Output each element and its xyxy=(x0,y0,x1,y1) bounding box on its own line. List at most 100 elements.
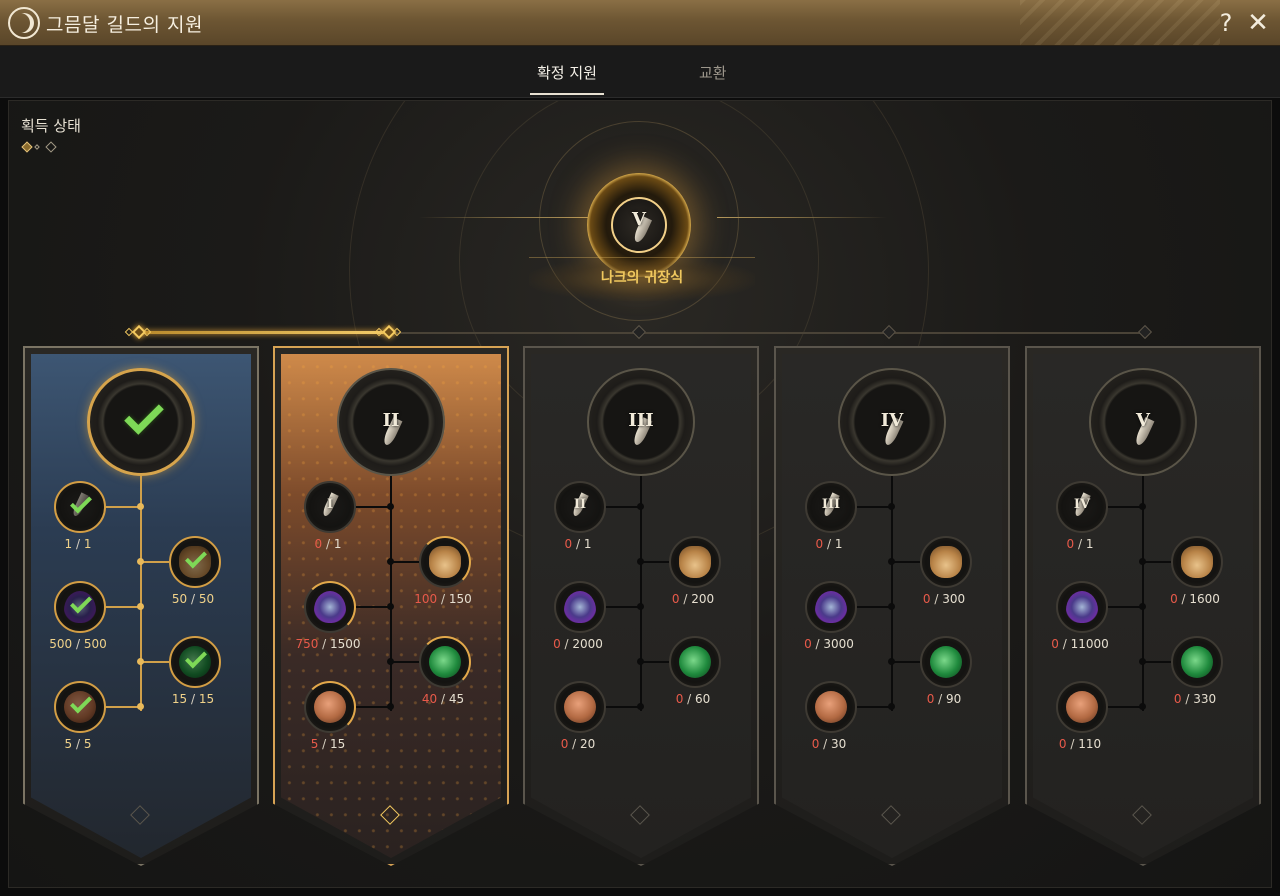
requirement-count: 100 / 150 xyxy=(398,592,488,606)
close-icon[interactable]: ✕ xyxy=(1244,8,1272,38)
count-separator: / xyxy=(934,692,947,706)
requirement-slot-jar[interactable] xyxy=(169,536,221,588)
help-icon[interactable]: ? xyxy=(1212,8,1240,38)
count-need: 15 xyxy=(198,692,215,706)
acquisition-status-indicator xyxy=(21,141,83,153)
requirement-slot-crystal[interactable] xyxy=(304,581,356,633)
requirement-junction xyxy=(387,703,394,710)
moon-emblem-icon xyxy=(8,7,40,39)
requirement-branch xyxy=(104,606,140,608)
requirement-junction xyxy=(387,603,394,610)
count-need: 50 xyxy=(198,592,215,606)
stage-reward-slot[interactable]: IV xyxy=(838,368,946,476)
requirement-slot-fang[interactable]: III xyxy=(805,481,857,533)
count-separator: / xyxy=(1066,737,1079,751)
count-have: 0 xyxy=(1170,592,1178,606)
requirement-branch xyxy=(855,606,891,608)
tab-exchange[interactable]: 교환 xyxy=(699,62,727,83)
requirement-slot-jar[interactable] xyxy=(669,536,721,588)
stage-card-4[interactable]: IV III 0 / 10 / 300 0 / 3000 0 / 90 0 / 30 xyxy=(774,346,1010,866)
count-have: 15 xyxy=(171,692,188,706)
requirement-count: 0 / 1 xyxy=(784,537,874,551)
count-need: 1500 xyxy=(330,637,361,651)
count-separator: / xyxy=(437,692,449,706)
requirement-slot-jar[interactable] xyxy=(920,536,972,588)
fang-icon: II xyxy=(564,491,596,523)
requirement-slot-jar[interactable] xyxy=(1171,536,1223,588)
requirement-slot-coin[interactable] xyxy=(304,681,356,733)
requirement-count: 5 / 5 xyxy=(33,737,123,751)
jar-icon xyxy=(679,546,711,578)
tab-guaranteed-support[interactable]: 확정 지원 xyxy=(537,62,597,83)
count-need: 1600 xyxy=(1189,592,1220,606)
requirement-slot-herb[interactable] xyxy=(419,636,471,688)
requirement-count: 0 / 1 xyxy=(283,537,373,551)
requirement-junction xyxy=(637,503,644,510)
progress-ring xyxy=(304,581,356,633)
requirement-slot-crystal[interactable] xyxy=(554,581,606,633)
count-need: 2000 xyxy=(572,637,603,651)
count-need: 60 xyxy=(695,692,711,706)
requirement-slot-fang[interactable]: IV xyxy=(1056,481,1108,533)
progress-node-5 xyxy=(1137,324,1153,340)
requirement-branch xyxy=(141,561,169,563)
count-separator: / xyxy=(1177,592,1190,606)
count-need: 1 xyxy=(333,537,342,551)
stage-reward-slot[interactable]: V xyxy=(1089,368,1197,476)
count-need: 1 xyxy=(834,537,843,551)
requirement-slot-coin[interactable] xyxy=(805,681,857,733)
requirement-slot-coin[interactable] xyxy=(54,681,106,733)
count-need: 90 xyxy=(946,692,962,706)
requirement-slot-fang[interactable]: II xyxy=(554,481,606,533)
stage-card-1[interactable]: 1 / 1 50 / 50 500 / 500 15 / 15 5 / 5 xyxy=(23,346,259,866)
requirement-slot-herb[interactable] xyxy=(920,636,972,688)
requirement-slot-herb[interactable] xyxy=(1171,636,1223,688)
count-need: 110 xyxy=(1078,737,1102,751)
count-need: 30 xyxy=(831,737,847,751)
requirement-junction xyxy=(637,558,644,565)
count-have: 0 xyxy=(671,592,680,606)
crystal-icon xyxy=(564,591,596,623)
stage-tier-numeral: III xyxy=(628,410,654,431)
requirement-count: 0 / 330 xyxy=(1150,692,1240,706)
count-have: 0 xyxy=(1066,537,1075,551)
requirement-slot-fang[interactable] xyxy=(54,481,106,533)
stage-card-2[interactable]: II I 0 / 1 100 / 150 750 / 1500 40 / 45 5 / 15 xyxy=(273,346,509,866)
requirement-slot-crystal[interactable] xyxy=(805,581,857,633)
count-have: 0 xyxy=(314,537,323,551)
requirement-count: 0 / 1 xyxy=(1035,537,1125,551)
stage-reward-slot[interactable]: III xyxy=(587,368,695,476)
stage-card-3[interactable]: III II 0 / 10 / 200 0 / 2000 0 / 60 0 / 20 xyxy=(523,346,759,866)
requirement-slot-crystal[interactable] xyxy=(1056,581,1108,633)
fang-icon: IV xyxy=(1066,491,1098,523)
fang-icon: I xyxy=(314,491,346,523)
count-need: 300 xyxy=(942,592,966,606)
requirement-branch xyxy=(354,606,390,608)
count-separator: / xyxy=(679,592,692,606)
coin-icon xyxy=(815,691,847,723)
count-have: 0 xyxy=(1173,692,1182,706)
progress-ring xyxy=(419,536,471,588)
requirement-slot-coin[interactable] xyxy=(554,681,606,733)
requirement-slot-jar[interactable] xyxy=(419,536,471,588)
requirement-junction xyxy=(1139,603,1146,610)
requirement-slot-coin[interactable] xyxy=(1056,681,1108,733)
requirement-count: 50 / 50 xyxy=(148,592,238,606)
requirement-slot-crystal[interactable] xyxy=(54,581,106,633)
requirement-branch xyxy=(354,706,390,708)
count-separator: / xyxy=(187,592,199,606)
stage-card-5[interactable]: V IV 0 / 10 / 1600 0 / 11000 0 / 330 0 / 110 xyxy=(1025,346,1261,866)
requirement-slot-herb[interactable] xyxy=(169,636,221,688)
requirement-slot-fang[interactable]: I xyxy=(304,481,356,533)
stage-reward-slot[interactable] xyxy=(87,368,195,476)
requirement-branch xyxy=(641,561,669,563)
stage-reward-slot[interactable]: II xyxy=(337,368,445,476)
requirement-junction xyxy=(137,558,144,565)
stage-tier-numeral: IV xyxy=(880,410,904,431)
requirement-junction xyxy=(888,703,895,710)
progress-ring xyxy=(304,681,356,733)
count-need: 150 xyxy=(448,592,472,606)
requirement-count: 0 / 1600 xyxy=(1150,592,1240,606)
count-separator: / xyxy=(322,537,334,551)
requirement-slot-herb[interactable] xyxy=(669,636,721,688)
